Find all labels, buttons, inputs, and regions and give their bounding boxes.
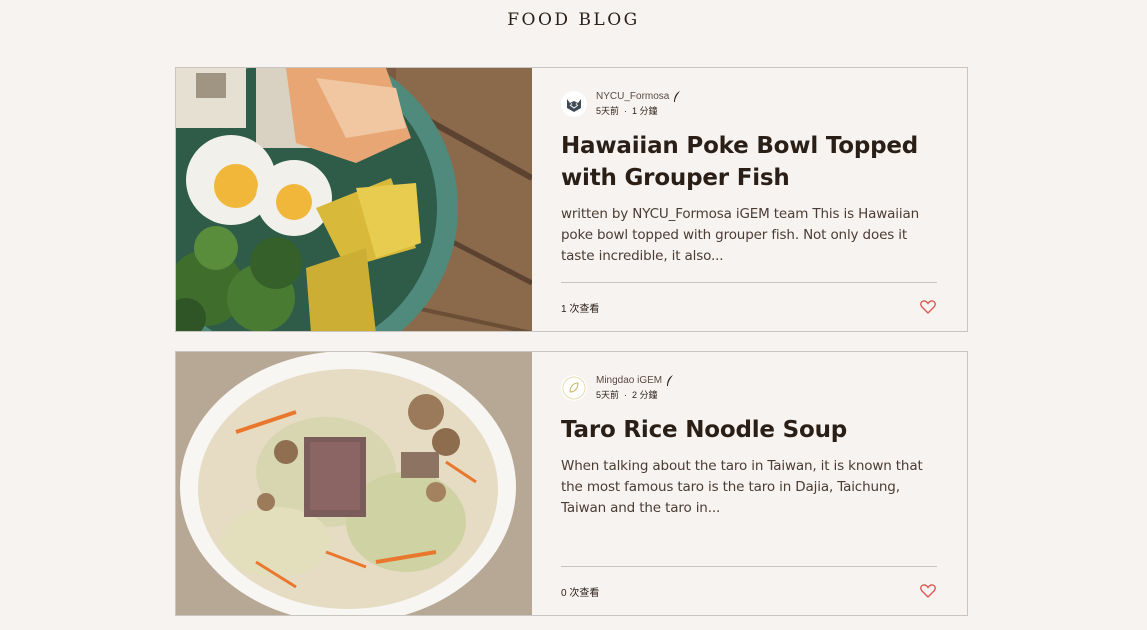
meta-separator: · <box>624 106 628 116</box>
post-age: 5天前 <box>596 106 620 116</box>
post-card[interactable]: NYCU_Formosa 5天前 · 1 分鐘 Hawaiian Poke Bowl… <box>175 67 968 332</box>
blog-title: FOOD BLOG <box>507 10 640 30</box>
read-time: 2 分鐘 <box>632 390 658 400</box>
post-date-line: 5天前 · 2 分鐘 <box>596 388 674 402</box>
like-button[interactable] <box>919 582 937 600</box>
noodle-soup-photo <box>176 352 532 615</box>
view-count: 0 次查看 <box>561 587 600 599</box>
post-title[interactable]: Taro Rice Noodle Soup <box>561 414 937 446</box>
post-excerpt: written by NYCU_Formosa iGEM team This i… <box>561 206 919 264</box>
post-excerpt: When talking about the taro in Taiwan, i… <box>561 458 923 516</box>
heart-icon <box>920 300 936 314</box>
post-meta: NYCU_Formosa 5天前 · 1 分鐘 <box>561 88 937 120</box>
post-footer: 1 次查看 <box>561 282 937 331</box>
quill-icon <box>666 375 674 387</box>
poke-bowl-photo <box>176 68 532 331</box>
post-content: Mingdao iGEM 5天前 · 2 分鐘 Taro Rice Noodle S… <box>532 352 967 615</box>
post-cover-image[interactable] <box>176 68 532 331</box>
post-meta: Mingdao iGEM 5天前 · 2 分鐘 <box>561 372 937 404</box>
author-avatar[interactable] <box>561 91 587 117</box>
like-button[interactable] <box>919 298 937 316</box>
author-name[interactable]: NYCU_Formosa <box>596 90 669 104</box>
leaf-avatar-icon <box>561 375 587 401</box>
post-content: NYCU_Formosa 5天前 · 1 分鐘 Hawaiian Poke Bowl… <box>532 68 967 331</box>
post-cover-image[interactable] <box>176 352 532 615</box>
post-title[interactable]: Hawaiian Poke Bowl Topped with Grouper F… <box>561 130 937 194</box>
heart-icon <box>920 584 936 598</box>
read-time: 1 分鐘 <box>632 106 658 116</box>
author-avatar[interactable] <box>561 375 587 401</box>
post-footer: 0 次查看 <box>561 566 937 615</box>
post-age: 5天前 <box>596 390 620 400</box>
post-card[interactable]: Mingdao iGEM 5天前 · 2 分鐘 Taro Rice Noodle S… <box>175 351 968 616</box>
post-date-line: 5天前 · 1 分鐘 <box>596 104 681 118</box>
quill-icon <box>673 91 681 103</box>
view-count: 1 次查看 <box>561 303 600 315</box>
wolf-avatar-icon <box>561 91 587 117</box>
author-name[interactable]: Mingdao iGEM <box>596 374 662 388</box>
meta-separator: · <box>624 390 628 400</box>
